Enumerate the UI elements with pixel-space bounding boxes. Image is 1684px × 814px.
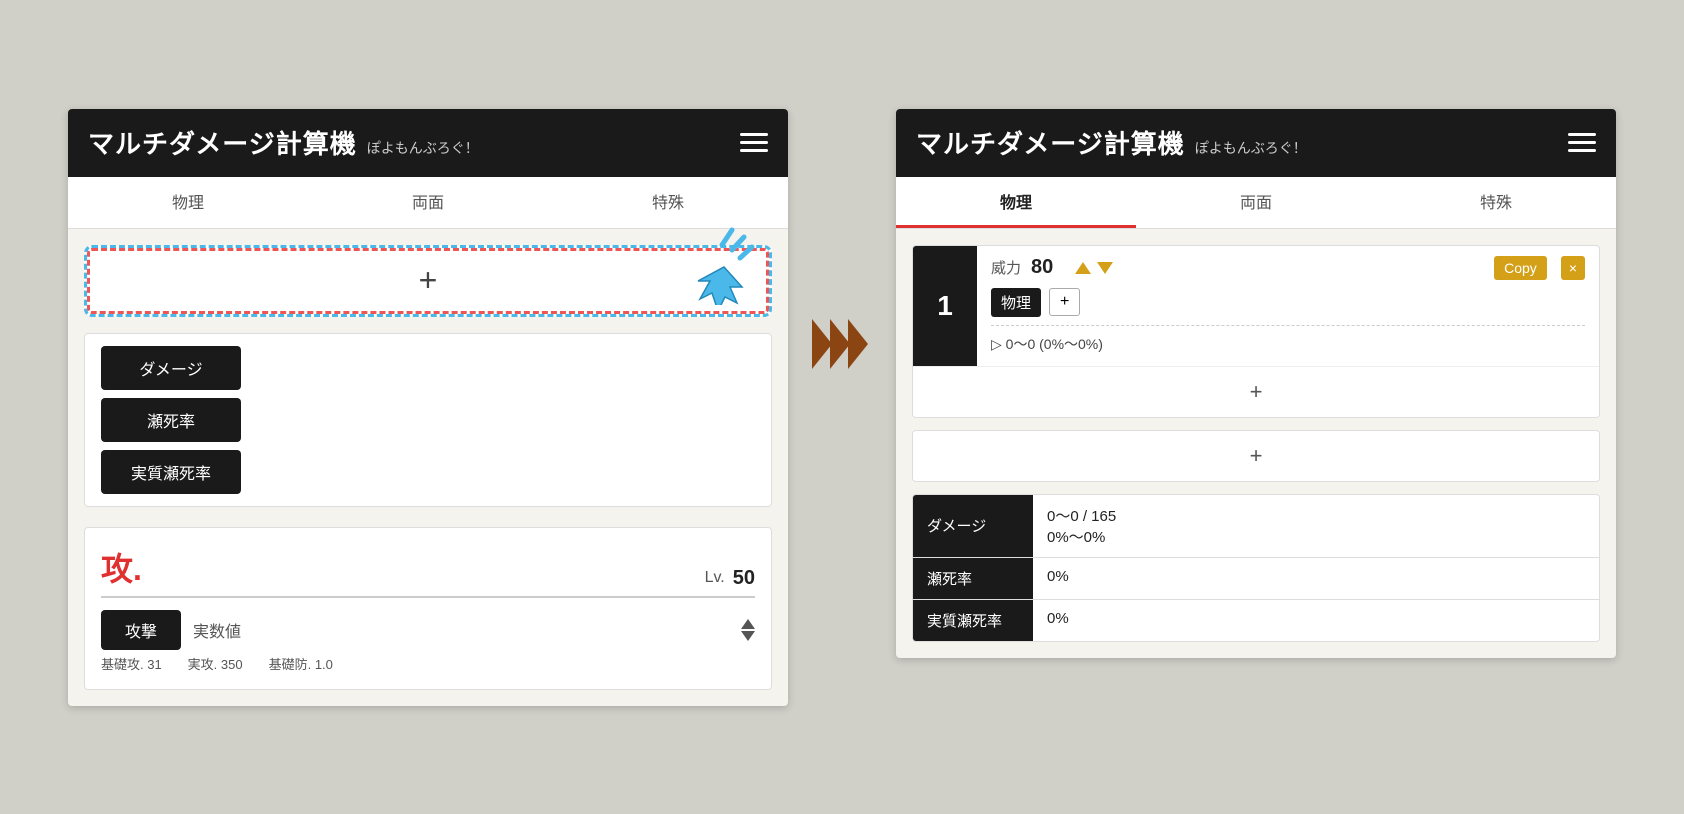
dashed-add-box[interactable]: +	[84, 245, 772, 317]
damage-button[interactable]: ダメージ	[101, 346, 241, 390]
right-tab-toku[interactable]: 特殊	[1376, 177, 1616, 228]
attacker-header: 攻. Lv. 50	[101, 544, 755, 598]
skill-type-row: 物理 +	[991, 288, 1585, 326]
attack-button[interactable]: 攻撃	[101, 610, 181, 650]
result-buttons-section: ダメージ 瀬死率 実質瀬死率	[84, 333, 772, 507]
delete-button[interactable]: ×	[1561, 256, 1585, 280]
skill-number: 1	[937, 290, 953, 322]
add-sub-btn[interactable]: +	[1049, 288, 1080, 316]
chevron-right-arrows	[812, 309, 872, 379]
skill-card-inner: 1 威力 80 Copy ×	[913, 246, 1599, 366]
power-value: 80	[1031, 256, 1053, 279]
power-arrows	[1075, 262, 1113, 274]
power-down-arrow[interactable]	[1097, 262, 1113, 274]
right-header-title-group: マルチダメージ計算機 ぽよもんぶろぐ！	[916, 124, 1307, 161]
left-hamburger-icon[interactable]	[740, 133, 768, 152]
right-app-subtitle: ぽよもんぶろぐ！	[1195, 138, 1307, 158]
right-hamburger-line-2	[1568, 141, 1596, 144]
attacker-section: 攻. Lv. 50 攻撃 実数値 基礎攻. 31 実攻. 350 基礎防. 1.…	[84, 527, 772, 690]
attack-up-down	[741, 619, 755, 641]
right-header: マルチダメージ計算機 ぽよもんぶろぐ！	[896, 109, 1616, 177]
right-panel: マルチダメージ計算機 ぽよもんぶろぐ！ 物理 両面 特殊	[896, 109, 1616, 658]
left-body: + ダメージ 瀬死率 実質瀬死率	[68, 229, 788, 706]
hamburger-line-1	[740, 133, 768, 136]
add-plus-sign: +	[419, 262, 438, 299]
lv-value: 50	[733, 567, 755, 590]
jitsu-seshi-button[interactable]: 実質瀬死率	[101, 450, 241, 494]
seshi-button[interactable]: 瀬死率	[101, 398, 241, 442]
result-row-jitsu-seshi: 実質瀬死率 0%	[913, 600, 1599, 641]
attack-row: 攻撃 実数値	[101, 610, 755, 650]
atk-label: 攻.	[101, 544, 142, 590]
left-tab-ryomen[interactable]: 両面	[308, 177, 548, 228]
right-hamburger-icon[interactable]	[1568, 133, 1596, 152]
right-body: 1 威力 80 Copy ×	[896, 229, 1616, 658]
power-up-arrow[interactable]	[1075, 262, 1091, 274]
left-tabs-row: 物理 両面 特殊	[68, 177, 788, 229]
attack-sub-label: 実数値	[193, 618, 241, 642]
add-skill-row[interactable]: +	[912, 430, 1600, 482]
result-value-seshi: 0%	[1033, 558, 1599, 599]
lv-row: Lv. 50	[705, 567, 755, 590]
skill-card: 1 威力 80 Copy ×	[912, 245, 1600, 418]
result-value-jitsu-seshi: 0%	[1033, 600, 1599, 641]
lv-text: Lv.	[705, 569, 725, 587]
right-hamburger-line-1	[1568, 133, 1596, 136]
left-header-title-group: マルチダメージ計算機 ぽよもんぶろぐ！	[88, 124, 479, 161]
arrow-between	[808, 309, 876, 379]
left-app-title: マルチダメージ計算機	[88, 124, 357, 161]
attack-down-arrow[interactable]	[741, 631, 755, 641]
result-label-seshi: 瀬死率	[913, 558, 1033, 599]
result-row-damage: ダメージ 0〜0 / 165 0%〜0%	[913, 495, 1599, 558]
left-panel: マルチダメージ計算機 ぽよもんぶろぐ！ 物理 両面 特殊	[68, 109, 788, 706]
left-tab-butsuri[interactable]: 物理	[68, 177, 308, 228]
results-table: ダメージ 0〜0 / 165 0%〜0% 瀬死率 0% 実質瀬死率	[912, 494, 1600, 642]
skill-type-tag: 物理	[991, 288, 1041, 317]
skill-details: 威力 80 Copy × 物理 +	[977, 246, 1599, 366]
right-tab-butsuri[interactable]: 物理	[896, 177, 1136, 228]
copy-button[interactable]: Copy	[1494, 256, 1547, 280]
hamburger-line-2	[740, 141, 768, 144]
dashed-box-wrapper: +	[84, 245, 772, 317]
right-hamburger-line-3	[1568, 149, 1596, 152]
right-tab-ryomen[interactable]: 両面	[1136, 177, 1376, 228]
left-header: マルチダメージ計算機 ぽよもんぶろぐ！	[68, 109, 788, 177]
hamburger-line-3	[740, 149, 768, 152]
skill-power-row: 威力 80 Copy ×	[991, 256, 1585, 280]
result-value-damage: 0〜0 / 165 0%〜0%	[1033, 495, 1599, 557]
attack-up-arrow[interactable]	[741, 619, 755, 629]
power-label: 威力	[991, 257, 1021, 278]
result-label-damage: ダメージ	[913, 495, 1033, 557]
skill-number-block: 1	[913, 246, 977, 366]
right-app-title: マルチダメージ計算機	[916, 124, 1185, 161]
skill-range: ▷ 0〜0 (0%〜0%)	[991, 334, 1585, 354]
right-tabs-row: 物理 両面 特殊	[896, 177, 1616, 229]
attack-bottom-text: 基礎攻. 31 実攻. 350 基礎防. 1.0	[101, 654, 755, 673]
result-row-seshi: 瀬死率 0%	[913, 558, 1599, 600]
left-tab-toku[interactable]: 特殊	[548, 177, 788, 228]
left-app-subtitle: ぽよもんぶろぐ！	[367, 138, 479, 158]
main-wrapper: マルチダメージ計算機 ぽよもんぶろぐ！ 物理 両面 特殊	[48, 89, 1636, 726]
result-label-jitsu-seshi: 実質瀬死率	[913, 600, 1033, 641]
skill-add-row[interactable]: +	[913, 366, 1599, 417]
